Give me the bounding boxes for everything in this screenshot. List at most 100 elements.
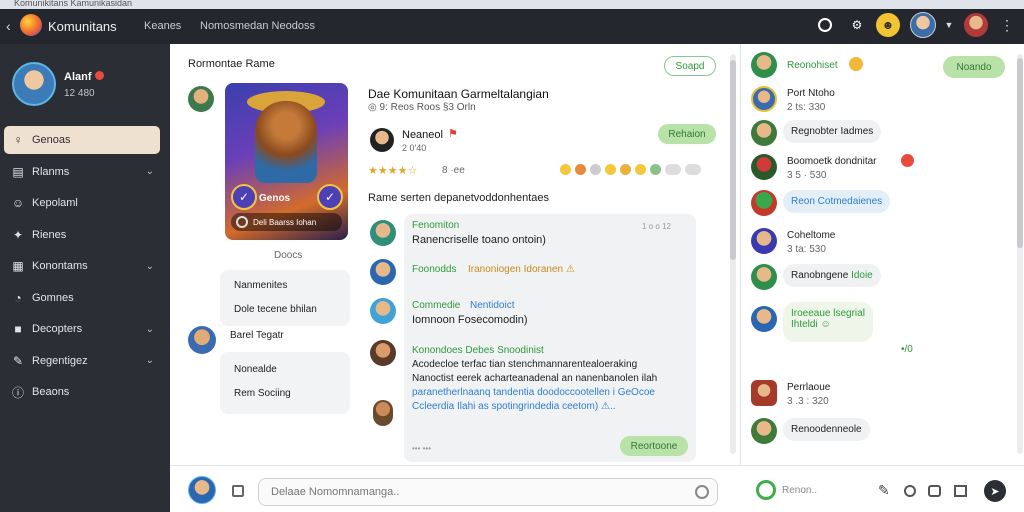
sidebar-item-2[interactable]: ☺ Kepolaml <box>4 189 160 217</box>
tab-keanes[interactable]: Keanes <box>144 20 181 32</box>
chevron-down-icon[interactable]: ⌄ <box>146 324 154 335</box>
info-card: Nanmenites Dole tecene bhilan <box>220 270 350 326</box>
more-reactions-icon[interactable] <box>685 164 701 175</box>
section-title: Rame serten depanetvoddonhentaes <box>368 192 550 204</box>
chat-avatar[interactable] <box>751 264 777 290</box>
game-icon[interactable]: ☻ <box>876 13 900 37</box>
chat-avatar[interactable] <box>751 86 777 112</box>
sidebar-item-label: Rlanms <box>32 165 70 178</box>
main-scrollbar-thumb[interactable] <box>730 60 736 260</box>
search-icon[interactable] <box>818 18 832 32</box>
chat-avatar[interactable] <box>751 190 777 216</box>
panel-action-button[interactable]: Noando <box>943 56 1005 78</box>
comment-line: Nanoctist eerek acharteanadenal an nanen… <box>412 373 658 384</box>
side-input[interactable]: Renon.. <box>782 485 817 496</box>
more-icon[interactable]: ⋮ <box>998 16 1016 34</box>
chevron-down-icon[interactable]: ⌄ <box>146 355 154 366</box>
profile-sub: 12 480 <box>64 88 95 99</box>
gear-icon[interactable]: ⚙ <box>848 16 866 34</box>
chat-avatar[interactable] <box>751 52 777 78</box>
chat-bubble: Renoodenneole <box>783 418 870 441</box>
comment-author: Fenomiton <box>412 220 460 231</box>
at-icon[interactable] <box>904 485 916 497</box>
user-avatar[interactable] <box>964 13 988 37</box>
circle-icon <box>236 216 248 228</box>
send-icon[interactable]: ➤ <box>984 480 1006 502</box>
back-icon[interactable]: ‹ <box>6 18 11 34</box>
commenter-avatar[interactable] <box>370 259 396 285</box>
sidebar-item-8[interactable]: ⓘ Beaons <box>4 378 160 406</box>
chat-avatar[interactable] <box>751 380 777 406</box>
info-text: Dole tecene bhilan <box>234 304 317 315</box>
chat-sub: 3 5 · 530 <box>787 170 827 181</box>
commenter-avatar[interactable] <box>373 400 393 426</box>
emoji-icon[interactable] <box>560 164 571 175</box>
sidebar-item-label: Konontams <box>32 260 88 272</box>
poster-avatar[interactable] <box>188 86 214 112</box>
chevron-down-icon[interactable]: ▼ <box>940 16 958 34</box>
chevron-down-icon[interactable]: ⌄ <box>146 261 154 272</box>
chat-name: Boomoetk dondnitar <box>787 156 877 167</box>
commenter-avatar[interactable] <box>370 340 396 366</box>
chat-avatar[interactable] <box>751 120 777 146</box>
emoji-icon[interactable] <box>605 164 616 175</box>
comment-time: 1 o o 12 <box>642 222 671 231</box>
chat-bubble: Iroeeaue lsegrial Ihteldi ☺ <box>783 302 873 342</box>
tab-nomosmedan[interactable]: Nomosmedan Neodoss <box>200 20 315 32</box>
game-card[interactable]: ✓ ✓ Genos Deli Baarss Iohan <box>225 83 348 240</box>
sidebar-item-5[interactable]: ◔ Gomnes <box>4 284 160 312</box>
comment-author: Konondoes Debes Snoodinist <box>412 345 544 356</box>
comment-author: Foonodds <box>412 264 457 275</box>
mic-icon[interactable]: ✎ <box>878 482 890 499</box>
rating-count: 8 ·ee <box>442 165 465 176</box>
comment-text: Iomnoon Fosecomodin) <box>412 314 528 326</box>
sidebar: Alanf 12 480 ♀ Genoas ▤ Rlanms ⌄ ☺ Kepolaml ✦ Ri… <box>0 44 170 512</box>
my-avatar[interactable] <box>188 476 216 504</box>
emoji-icon[interactable] <box>635 164 646 175</box>
panel-scrollbar-thumb[interactable] <box>1017 58 1023 248</box>
chat-avatar[interactable] <box>751 228 777 254</box>
card-footer-text: Deli Baarss Iohan <box>253 217 317 227</box>
sticker-icon[interactable] <box>928 485 941 497</box>
chat-name: Perrlaoue <box>787 382 831 393</box>
more-reactions-icon[interactable] <box>665 164 681 175</box>
hero-art <box>255 101 317 183</box>
profile-avatar[interactable] <box>12 62 56 106</box>
sidebar-item-0[interactable]: ♀ Genoas <box>4 126 160 154</box>
top-bar: Komunikitans Kamunikasidan ‹ Komunitans … <box>0 0 1024 44</box>
chat-avatar[interactable] <box>751 154 777 180</box>
member-avatar[interactable] <box>188 326 216 354</box>
emoji-icon[interactable] <box>620 164 631 175</box>
chat-avatar[interactable] <box>751 306 777 332</box>
sidebar-item-label: Kepolaml <box>32 197 78 209</box>
follow-button[interactable]: Rehaion <box>658 124 716 144</box>
status-ring-icon[interactable] <box>756 480 776 500</box>
sidebar-item-3[interactable]: ✦ Rienes <box>4 221 160 249</box>
sidebar-item-4[interactable]: ▦ Konontams ⌄ <box>4 252 160 280</box>
sidebar-item-6[interactable]: ■ Decopters ⌄ <box>4 315 160 343</box>
avatar[interactable] <box>910 12 936 38</box>
emoji-icon <box>849 57 863 71</box>
chat-avatar[interactable] <box>751 418 777 444</box>
emoji-icon[interactable] <box>650 164 661 175</box>
bottom-bar: Renon.. ✎ ➤ <box>170 465 1024 512</box>
emoji-icon[interactable] <box>590 164 601 175</box>
top-action-button[interactable]: Soapd <box>664 56 716 76</box>
app-title: Komunitans <box>48 19 117 34</box>
comment-line: Ccleerdia Ilahi as spotingrindedia ceeto… <box>412 401 616 412</box>
sidebar-item-label: Beaons <box>32 386 70 398</box>
chevron-down-icon[interactable]: ⌄ <box>146 166 154 177</box>
commenter-avatar[interactable] <box>370 298 396 324</box>
person-icon: ♀ <box>13 133 23 147</box>
emoji-icon[interactable] <box>575 164 586 175</box>
comment-author: Commedie <box>412 300 461 311</box>
sidebar-item-7[interactable]: ✎ Regentigez ⌄ <box>4 347 160 375</box>
image-icon[interactable] <box>232 485 244 497</box>
commenter-avatar[interactable] <box>370 220 396 246</box>
author-avatar[interactable] <box>370 128 394 152</box>
emoji-icon[interactable] <box>695 485 709 499</box>
message-input[interactable] <box>259 479 679 505</box>
reply-button[interactable]: Reortoone <box>620 436 688 456</box>
gallery-icon[interactable] <box>954 485 967 497</box>
sidebar-item-1[interactable]: ▤ Rlanms ⌄ <box>4 158 160 186</box>
